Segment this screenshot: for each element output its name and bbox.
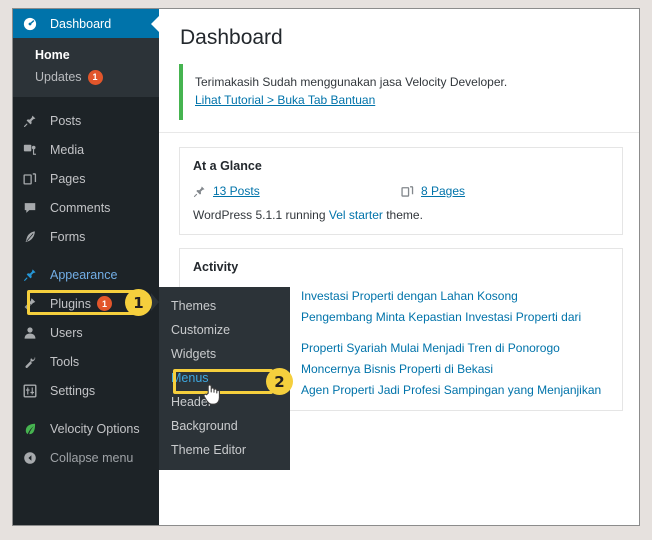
sidebar-item-settings[interactable]: Settings bbox=[13, 376, 159, 405]
menu-divider bbox=[13, 97, 159, 106]
sidebar-item-label: Settings bbox=[50, 383, 96, 398]
glance-counts-row: 13 Posts 8 Pages bbox=[193, 184, 609, 198]
sidebar-item-pages[interactable]: Pages bbox=[13, 164, 159, 193]
sidebar-item-posts[interactable]: Posts bbox=[13, 106, 159, 135]
glance-pages-link[interactable]: 8 Pages bbox=[401, 184, 609, 198]
sidebar-item-label: Users bbox=[50, 325, 83, 340]
content-divider bbox=[159, 132, 639, 133]
submenu-item-home[interactable]: Home bbox=[13, 44, 159, 66]
submenu-label: Home bbox=[35, 48, 70, 62]
flyout-item-themes[interactable]: Themes bbox=[159, 294, 290, 318]
version-prefix: WordPress 5.1.1 running bbox=[193, 208, 329, 222]
browser-viewport: Dashboard Home Updates 1 Posts Media Pag… bbox=[12, 8, 640, 526]
wordpress-version-text: WordPress 5.1.1 running Vel starter them… bbox=[193, 208, 609, 222]
submenu-item-updates[interactable]: Updates 1 bbox=[13, 66, 159, 88]
sidebar-item-tools[interactable]: Tools bbox=[13, 347, 159, 376]
screenshot-root: Dashboard Home Updates 1 Posts Media Pag… bbox=[0, 0, 652, 540]
extras-menu-group: Velocity Options Collapse menu bbox=[13, 414, 159, 472]
sidebar-item-label: Posts bbox=[50, 113, 82, 128]
at-a-glance-panel: At a Glance 13 Posts 8 Pages WordPress 5… bbox=[179, 147, 623, 235]
user-icon bbox=[23, 326, 43, 340]
flyout-item-label: Menus bbox=[171, 371, 209, 385]
feather-icon bbox=[23, 230, 43, 244]
comment-bubble-icon bbox=[23, 201, 43, 215]
sidebar-item-label: Velocity Options bbox=[50, 421, 140, 436]
glance-posts-link[interactable]: 13 Posts bbox=[193, 184, 401, 198]
sidebar-item-media[interactable]: Media bbox=[13, 135, 159, 164]
sidebar-item-collapse-menu[interactable]: Collapse menu bbox=[13, 443, 159, 472]
sidebar-item-label: Appearance bbox=[50, 267, 118, 282]
sidebar-item-forms[interactable]: Forms bbox=[13, 222, 159, 251]
at-a-glance-title: At a Glance bbox=[193, 159, 262, 173]
plugins-count-badge: 1 bbox=[97, 296, 112, 311]
flyout-item-header[interactable]: Header bbox=[159, 390, 290, 414]
pages-icon bbox=[401, 185, 414, 198]
sidebar-item-label: Plugins bbox=[50, 296, 91, 311]
content-menu-group: Posts Media Pages Comments Forms bbox=[13, 106, 159, 251]
flyout-notch bbox=[151, 293, 159, 311]
flyout-item-label: Background bbox=[171, 419, 238, 433]
admin-sidebar: Dashboard Home Updates 1 Posts Media Pag… bbox=[13, 9, 160, 525]
annotation-marker-2: 2 bbox=[266, 368, 293, 395]
sidebar-item-dashboard[interactable]: Dashboard bbox=[13, 9, 160, 38]
pushpin-icon bbox=[193, 185, 206, 198]
at-a-glance-body: 13 Posts 8 Pages WordPress 5.1.1 running… bbox=[180, 184, 622, 234]
admin-menu-group: Appearance Plugins 1 Users Tools Setting… bbox=[13, 260, 159, 405]
activity-title: Activity bbox=[193, 260, 239, 274]
plug-icon bbox=[23, 297, 43, 311]
pushpin-icon bbox=[23, 114, 43, 128]
updates-count-badge: 1 bbox=[87, 69, 103, 85]
dashboard-menu-group: Dashboard Home Updates 1 bbox=[13, 9, 160, 97]
flyout-item-widgets[interactable]: Widgets bbox=[159, 342, 290, 366]
sidebar-item-label: Collapse menu bbox=[50, 450, 134, 465]
glance-posts-label: 13 Posts bbox=[213, 184, 260, 198]
flyout-item-theme-editor[interactable]: Theme Editor bbox=[159, 438, 290, 462]
wrench-icon bbox=[23, 355, 43, 369]
tutorial-link[interactable]: Lihat Tutorial > Buka Tab Bantuan bbox=[195, 93, 375, 107]
active-arrow-indicator bbox=[151, 14, 160, 33]
dashboard-submenu: Home Updates 1 bbox=[13, 38, 159, 97]
menu-divider bbox=[13, 405, 159, 414]
media-icon bbox=[23, 143, 43, 157]
flyout-item-label: Header bbox=[171, 395, 212, 409]
flyout-item-label: Widgets bbox=[171, 347, 217, 361]
sidebar-item-label: Comments bbox=[50, 200, 111, 215]
flyout-item-label: Theme Editor bbox=[171, 443, 247, 457]
activity-post-link[interactable]: Agen Properti Jadi Profesi Sampingan yan… bbox=[301, 383, 601, 397]
sidebar-item-label: Dashboard bbox=[50, 16, 112, 31]
sidebar-item-label: Pages bbox=[50, 171, 86, 186]
collapse-arrow-icon bbox=[23, 451, 43, 465]
flyout-item-label: Themes bbox=[171, 299, 217, 313]
paintbrush-icon bbox=[23, 268, 43, 282]
sidebar-item-label: Media bbox=[50, 142, 85, 157]
dashboard-gauge-icon bbox=[23, 17, 43, 31]
flyout-item-label: Customize bbox=[171, 323, 231, 337]
sidebar-item-comments[interactable]: Comments bbox=[13, 193, 159, 222]
sidebar-item-label: Tools bbox=[50, 354, 80, 369]
leaf-icon bbox=[23, 422, 43, 436]
activity-post-link[interactable]: Pengembang Minta Kepastian Investasi Pro… bbox=[301, 310, 581, 324]
menu-divider bbox=[13, 251, 159, 260]
notice-text: Terimakasih Sudah menggunakan jasa Veloc… bbox=[195, 75, 508, 89]
activity-post-link[interactable]: Moncernya Bisnis Properti di Bekasi bbox=[301, 362, 493, 376]
flyout-item-customize[interactable]: Customize bbox=[159, 318, 290, 342]
sliders-icon bbox=[23, 384, 43, 398]
pages-icon bbox=[23, 172, 43, 186]
annotation-marker-1: 1 bbox=[125, 289, 152, 316]
sidebar-item-label: Forms bbox=[50, 229, 86, 244]
page-title: Dashboard bbox=[180, 26, 283, 49]
flyout-item-background[interactable]: Background bbox=[159, 414, 290, 438]
sidebar-item-velocity-options[interactable]: Velocity Options bbox=[13, 414, 159, 443]
welcome-notice: Terimakasih Sudah menggunakan jasa Veloc… bbox=[179, 64, 623, 120]
activity-post-link[interactable]: Properti Syariah Mulai Menjadi Tren di P… bbox=[301, 341, 560, 355]
activity-post-link[interactable]: Investasi Properti dengan Lahan Kosong bbox=[301, 289, 518, 303]
sidebar-item-appearance[interactable]: Appearance bbox=[13, 260, 159, 289]
theme-link[interactable]: Vel starter bbox=[329, 208, 383, 222]
submenu-label: Updates bbox=[35, 70, 82, 84]
sidebar-item-users[interactable]: Users bbox=[13, 318, 159, 347]
version-suffix: theme. bbox=[382, 208, 423, 222]
glance-pages-label: 8 Pages bbox=[421, 184, 466, 198]
